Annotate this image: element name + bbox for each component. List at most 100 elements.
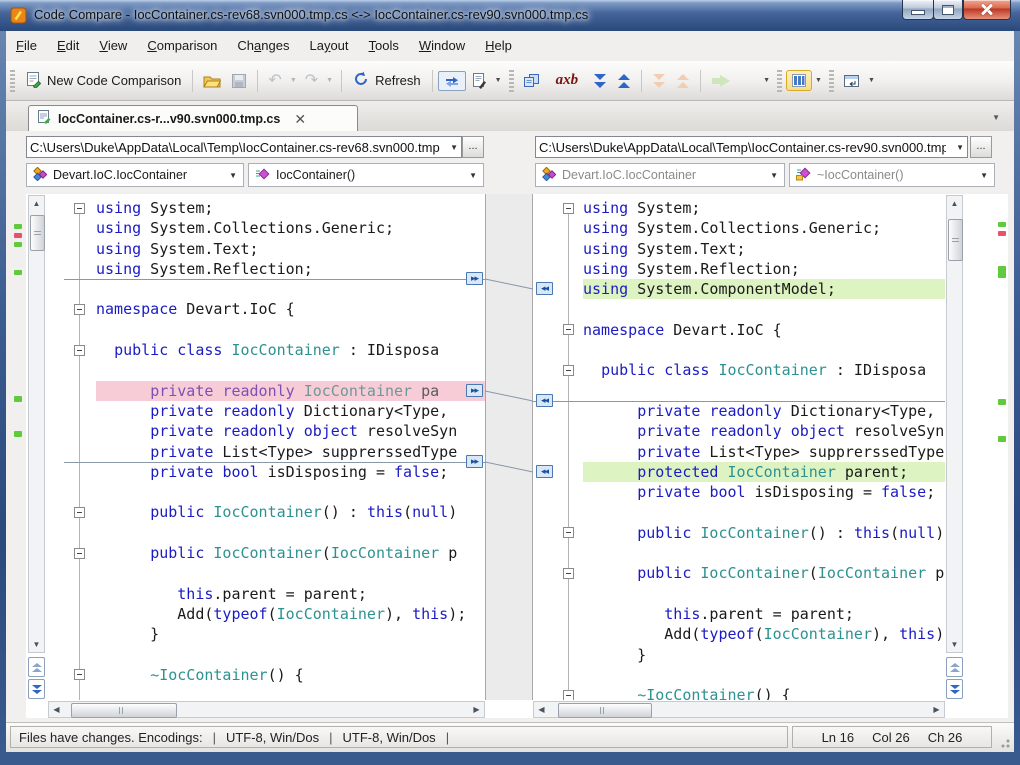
overview-diff-mark[interactable]	[998, 266, 1006, 278]
apply-dropdown-caret[interactable]: ▼	[760, 77, 773, 84]
overview-diff-mark[interactable]	[998, 399, 1006, 405]
refresh-button[interactable]: Refresh	[347, 68, 427, 93]
copy-to-right-button[interactable]: ▸▸	[466, 384, 483, 397]
overview-diff-mark[interactable]	[14, 242, 22, 247]
next-difference-button[interactable]	[588, 71, 612, 91]
right-prev-change-button[interactable]	[946, 657, 963, 677]
left-method-combobox[interactable]: IocContainer() ▼	[248, 163, 484, 187]
right-class-combobox[interactable]: Devart.IoC.IocContainer ▼	[535, 163, 785, 187]
fold-toggle-icon[interactable]	[74, 304, 85, 315]
scroll-down-icon[interactable]: ▼	[29, 637, 44, 652]
undo-button[interactable]: ↶	[263, 71, 286, 91]
minimize-button[interactable]	[902, 0, 934, 20]
right-horizontal-scrollbar[interactable]: ◀ ▶	[533, 701, 945, 718]
right-path-combobox[interactable]: ▼	[535, 136, 968, 158]
tab-active[interactable]: IocContainer.cs-r...v90.svn000.tmp.cs ✕	[28, 105, 358, 131]
right-scrollbar-thumb[interactable]	[948, 219, 963, 261]
fold-toggle-icon[interactable]	[563, 203, 574, 214]
structure-comparison-button[interactable]	[518, 70, 546, 92]
right-hscrollbar-thumb[interactable]	[558, 703, 652, 718]
copy-to-right-button[interactable]: ▸▸	[466, 272, 483, 285]
next-conflict-button[interactable]	[647, 71, 671, 91]
fold-toggle-icon[interactable]	[74, 669, 85, 680]
scroll-up-icon[interactable]: ▲	[29, 196, 44, 211]
menu-item-view[interactable]: View	[89, 31, 137, 53]
comparison-report-button[interactable]	[466, 69, 492, 92]
left-browse-button[interactable]: ...	[462, 136, 484, 158]
copy-to-left-button[interactable]: ◂◂	[536, 282, 553, 295]
right-next-change-button[interactable]	[946, 679, 963, 699]
left-code-editor[interactable]: using System;using System.Collections.Ge…	[48, 194, 485, 700]
fold-toggle-icon[interactable]	[563, 324, 574, 335]
new-window-button[interactable]	[838, 71, 865, 91]
left-path-combobox[interactable]: ▼	[26, 136, 462, 158]
overview-diff-mark[interactable]	[14, 270, 22, 275]
right-method-combobox[interactable]: ~IocContainer() ▼	[789, 163, 995, 187]
left-horizontal-scrollbar[interactable]: ◀ ▶	[48, 701, 485, 718]
overview-diff-mark[interactable]	[998, 231, 1006, 236]
left-class-combobox[interactable]: Devart.IoC.IocContainer ▼	[26, 163, 244, 187]
scroll-right-icon[interactable]: ▶	[929, 702, 944, 717]
menu-item-changes[interactable]: Changes	[227, 31, 299, 53]
overview-diff-mark[interactable]	[14, 224, 22, 229]
scroll-left-icon[interactable]: ◀	[534, 702, 549, 717]
menu-item-help[interactable]: Help	[475, 31, 522, 53]
left-scrollbar-thumb[interactable]	[30, 215, 45, 251]
swap-sides-button[interactable]	[438, 71, 466, 91]
fold-toggle-icon[interactable]	[74, 203, 85, 214]
right-code-editor[interactable]: using System;using System.Collections.Ge…	[533, 194, 945, 700]
menu-item-tools[interactable]: Tools	[359, 31, 409, 53]
menu-item-edit[interactable]: Edit	[47, 31, 89, 53]
scroll-left-icon[interactable]: ◀	[49, 702, 64, 717]
view-dropdown-caret[interactable]: ▼	[812, 77, 825, 84]
left-prev-change-button[interactable]	[28, 657, 45, 677]
copy-to-left-button[interactable]: ◂◂	[536, 465, 553, 478]
redo-button[interactable]: ↷	[300, 71, 323, 91]
right-vertical-scrollbar[interactable]: ▲ ▼	[946, 195, 963, 653]
overview-diff-mark[interactable]	[998, 222, 1006, 227]
fold-toggle-icon[interactable]	[74, 548, 85, 559]
window-dropdown-caret[interactable]: ▼	[865, 77, 878, 84]
resize-grip[interactable]	[998, 736, 1010, 748]
menu-item-window[interactable]: Window	[409, 31, 475, 53]
fold-toggle-icon[interactable]	[74, 507, 85, 518]
left-path-input[interactable]	[30, 138, 440, 156]
left-vertical-scrollbar[interactable]: ▲ ▼	[28, 195, 45, 653]
scroll-down-icon[interactable]: ▼	[947, 637, 962, 652]
right-code-lines[interactable]: using System;using System.Collections.Ge…	[555, 198, 945, 700]
previous-difference-button[interactable]	[612, 71, 636, 91]
toolbar-grip[interactable]	[829, 70, 834, 92]
overview-diff-mark[interactable]	[14, 233, 22, 238]
scroll-right-icon[interactable]: ▶	[469, 702, 484, 717]
overview-diff-mark[interactable]	[14, 431, 22, 437]
toolbar-grip[interactable]	[10, 70, 15, 92]
overview-diff-mark[interactable]	[14, 396, 22, 402]
undo-dropdown-caret[interactable]: ▼	[287, 77, 300, 84]
title-bar[interactable]: Code Compare - IocContainer.cs-rev68.svn…	[0, 0, 1020, 31]
copy-to-left-button[interactable]: ◂◂	[536, 394, 553, 407]
new-comparison-button[interactable]: New Code Comparison	[19, 68, 187, 94]
open-button[interactable]	[198, 70, 226, 92]
apply-change-button[interactable]	[706, 75, 736, 87]
copy-to-right-button[interactable]: ▸▸	[466, 455, 483, 468]
tab-close-icon[interactable]: ✕	[294, 113, 306, 125]
word-level-compare-button[interactable]: axb	[546, 69, 589, 92]
right-path-input[interactable]	[539, 138, 946, 156]
fold-toggle-icon[interactable]	[563, 690, 574, 700]
left-code-lines[interactable]: using System;using System.Collections.Ge…	[62, 198, 485, 685]
redo-dropdown-caret[interactable]: ▼	[323, 77, 336, 84]
fold-toggle-icon[interactable]	[563, 568, 574, 579]
chevron-down-icon[interactable]: ▼	[956, 143, 964, 152]
toolbar-grip[interactable]	[777, 70, 782, 92]
overview-diff-mark[interactable]	[998, 436, 1006, 442]
menu-item-layout[interactable]: Layout	[299, 31, 358, 53]
chevron-down-icon[interactable]: ▼	[450, 143, 458, 152]
side-by-side-view-toggle[interactable]	[786, 70, 812, 91]
fold-toggle-icon[interactable]	[74, 345, 85, 356]
fold-toggle-icon[interactable]	[563, 365, 574, 376]
menu-item-file[interactable]: File	[6, 31, 47, 53]
menu-item-comparison[interactable]: Comparison	[137, 31, 227, 53]
close-button[interactable]	[963, 0, 1011, 20]
fold-toggle-icon[interactable]	[563, 527, 574, 538]
previous-conflict-button[interactable]	[671, 71, 695, 91]
